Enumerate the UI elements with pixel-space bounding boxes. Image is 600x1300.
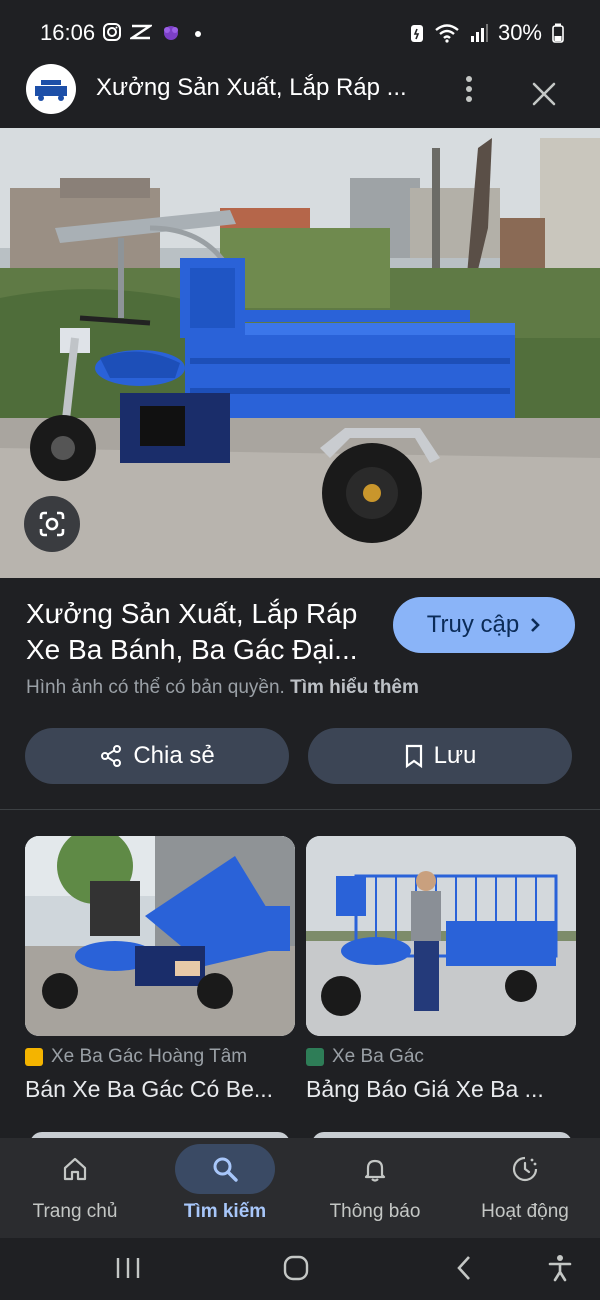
share-icon: [101, 745, 122, 767]
save-button[interactable]: Lưu: [308, 728, 572, 784]
capcut-icon: [130, 24, 152, 40]
back-button[interactable]: [444, 1250, 484, 1286]
nav-label: Hoạt động: [481, 1201, 569, 1222]
copyright-notice: Hình ảnh có thể có bản quyền. Tìm hiểu t…: [26, 677, 419, 699]
home-system-button[interactable]: [276, 1250, 316, 1286]
accessibility-icon: [548, 1255, 572, 1282]
google-lens-button[interactable]: [24, 496, 80, 552]
search-icon: [213, 1157, 238, 1182]
bookmark-icon: [405, 744, 422, 768]
bell-icon: [364, 1159, 386, 1182]
nav-icon-container: [325, 1144, 425, 1194]
activity-icon: [512, 1156, 538, 1182]
status-bar: 16:06 30%: [0, 0, 600, 68]
site-logo-image: [35, 80, 67, 101]
chevron-right-icon: [531, 618, 541, 632]
related-source-name: Xe Ba Gác: [332, 1046, 424, 1067]
accessibility-button[interactable]: [540, 1250, 580, 1286]
section-divider: [0, 809, 600, 810]
header-title: Xưởng Sản Xuất, Lắp Ráp ...: [96, 74, 407, 101]
share-button[interactable]: Chia sẻ: [25, 728, 289, 784]
more-vert-icon: [466, 76, 472, 102]
related-title[interactable]: Bán Xe Ba Gác Có Be...: [25, 1076, 285, 1103]
related-card[interactable]: Xe Ba Gác Bảng Báo Giá Xe Ba ...: [306, 836, 576, 1103]
nav-icon-container: [475, 1144, 575, 1194]
related-title[interactable]: Bảng Báo Giá Xe Ba ...: [306, 1076, 566, 1103]
nav-label: Tìm kiếm: [183, 1201, 267, 1222]
share-label: Chia sẻ: [133, 742, 215, 769]
lotus-icon: [164, 26, 178, 40]
visit-label: Truy cập: [426, 611, 520, 638]
home-icon: [63, 1157, 87, 1181]
visit-button[interactable]: Truy cập: [393, 597, 575, 653]
nav-label: Thông báo: [329, 1201, 421, 1222]
close-icon: [532, 82, 556, 106]
related-source: Xe Ba Gác Hoàng Tâm: [25, 1046, 295, 1068]
related-source: Xe Ba Gác: [306, 1046, 576, 1068]
battery-percent: 30%: [497, 20, 542, 45]
nav-icon-container: [175, 1144, 275, 1194]
nav-label: Trang chủ: [32, 1201, 118, 1222]
bottom-navigation: Trang chủ Tìm kiếm Thông báo Hoạt động: [0, 1138, 600, 1238]
instagram-icon: [103, 23, 121, 41]
signal-icon: [470, 24, 488, 42]
nav-notifications[interactable]: Thông báo: [300, 1138, 450, 1238]
home-circle-icon: [283, 1255, 309, 1281]
nav-icon-container: [25, 1144, 125, 1194]
cage-tricycle-photo: [306, 836, 576, 1036]
result-header: Xưởng Sản Xuất, Lắp Ráp ...: [0, 62, 600, 128]
back-icon: [457, 1256, 470, 1280]
nav-activity[interactable]: Hoạt động: [450, 1138, 600, 1238]
save-label: Lưu: [433, 742, 477, 769]
source-favicon-icon: [25, 1048, 43, 1066]
result-title[interactable]: Xưởng Sản Xuất, Lắp Ráp Xe Ba Bánh, Ba G…: [26, 596, 378, 668]
copyright-text: Hình ảnh có thể có bản quyền.: [26, 677, 285, 698]
tricycle-photo: [0, 128, 600, 578]
more-options-button[interactable]: [456, 72, 482, 106]
dump-tricycle-photo: [25, 836, 295, 1036]
related-source-name: Xe Ba Gác Hoàng Tâm: [51, 1046, 248, 1067]
status-time: 16:06: [40, 20, 96, 45]
lens-icon: [39, 511, 65, 537]
related-thumbnail[interactable]: [306, 836, 576, 1036]
recent-apps-button[interactable]: [108, 1250, 148, 1286]
status-right: 30%: [410, 20, 564, 46]
close-button[interactable]: [528, 78, 560, 110]
battery-icon: [552, 23, 564, 43]
nav-home[interactable]: Trang chủ: [0, 1138, 150, 1238]
notification-icons: [102, 22, 206, 42]
dot-icon: [195, 31, 201, 37]
related-card[interactable]: Xe Ba Gác Hoàng Tâm Bán Xe Ba Gác Có Be.…: [25, 836, 295, 1103]
recent-apps-icon: [116, 1258, 140, 1278]
site-logo[interactable]: [26, 64, 76, 114]
nav-search[interactable]: Tìm kiếm: [150, 1138, 300, 1238]
learn-more-link[interactable]: Tìm hiểu thêm: [290, 677, 419, 698]
main-result-image[interactable]: [0, 128, 600, 578]
system-navigation-bar: [0, 1238, 600, 1300]
battery-saver-icon: [410, 25, 423, 42]
wifi-icon: [435, 24, 459, 43]
related-thumbnail[interactable]: [25, 836, 295, 1036]
source-favicon-icon: [306, 1048, 324, 1066]
